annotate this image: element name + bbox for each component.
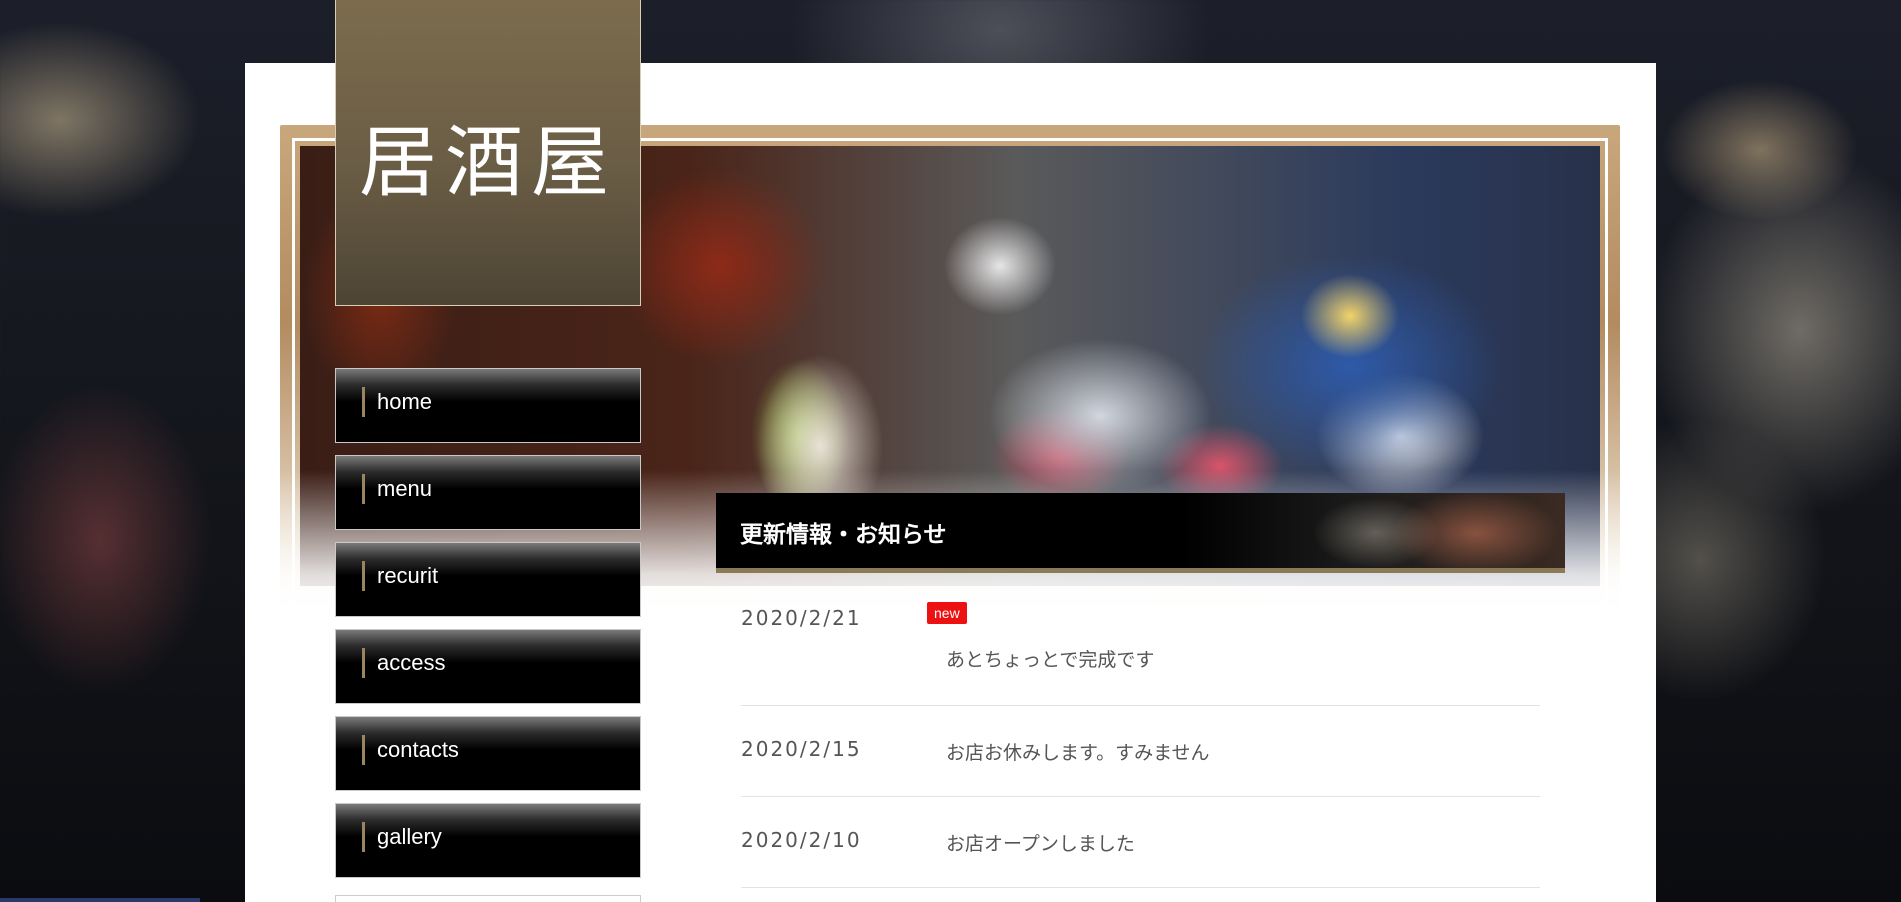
nav-accent-bar <box>362 561 365 591</box>
news-item[interactable]: 2020/2/21 new あとちょっとで完成です <box>741 590 1540 706</box>
nav-item-gallery[interactable]: gallery <box>335 803 641 878</box>
logo-text: 居酒屋 <box>358 117 617 208</box>
news-date: 2020/2/15 <box>741 737 862 761</box>
news-text: あとちょっとで完成です <box>946 649 1155 671</box>
nav-item-menu[interactable]: menu <box>335 455 641 530</box>
news-header: 更新情報・お知らせ <box>716 493 1565 573</box>
nav-accent-bar <box>362 735 365 765</box>
new-badge: new <box>927 602 967 624</box>
news-date: 2020/2/21 <box>741 606 862 630</box>
nav-item-label: menu <box>377 476 433 501</box>
news-text: お店オープンしました <box>946 833 1135 855</box>
nav-accent-bar <box>362 648 365 678</box>
nav-item-access[interactable]: access <box>335 629 641 704</box>
site-logo[interactable]: 居酒屋 <box>335 0 641 306</box>
nav-item-label: home <box>377 389 433 414</box>
news-item[interactable]: 2020/2/15 お店お休みします。すみません <box>741 706 1540 797</box>
scroll-edge <box>0 898 200 902</box>
nav-accent-bar <box>362 474 365 504</box>
news-title: 更新情報・お知らせ <box>740 522 947 548</box>
nav-accent-bar <box>362 387 365 417</box>
news-text: お店お休みします。すみません <box>946 742 1210 764</box>
nav-item-recurit[interactable]: recurit <box>335 542 641 617</box>
main-nav: home menu recurit access contacts galler… <box>335 368 641 890</box>
nav-item-home[interactable]: home <box>335 368 641 443</box>
news-list: 2020/2/21 new あとちょっとで完成です 2020/2/15 お店お休… <box>741 590 1540 888</box>
nav-item-contacts[interactable]: contacts <box>335 716 641 791</box>
nav-item-label: contacts <box>377 737 459 762</box>
news-item[interactable]: 2020/2/10 お店オープンしました <box>741 797 1540 888</box>
nav-item-label: gallery <box>377 824 442 849</box>
nav-item-partial[interactable] <box>335 895 641 902</box>
nav-accent-bar <box>362 822 365 852</box>
nav-item-label: access <box>377 650 446 675</box>
news-date: 2020/2/10 <box>741 828 862 852</box>
nav-item-label: recurit <box>377 563 439 588</box>
